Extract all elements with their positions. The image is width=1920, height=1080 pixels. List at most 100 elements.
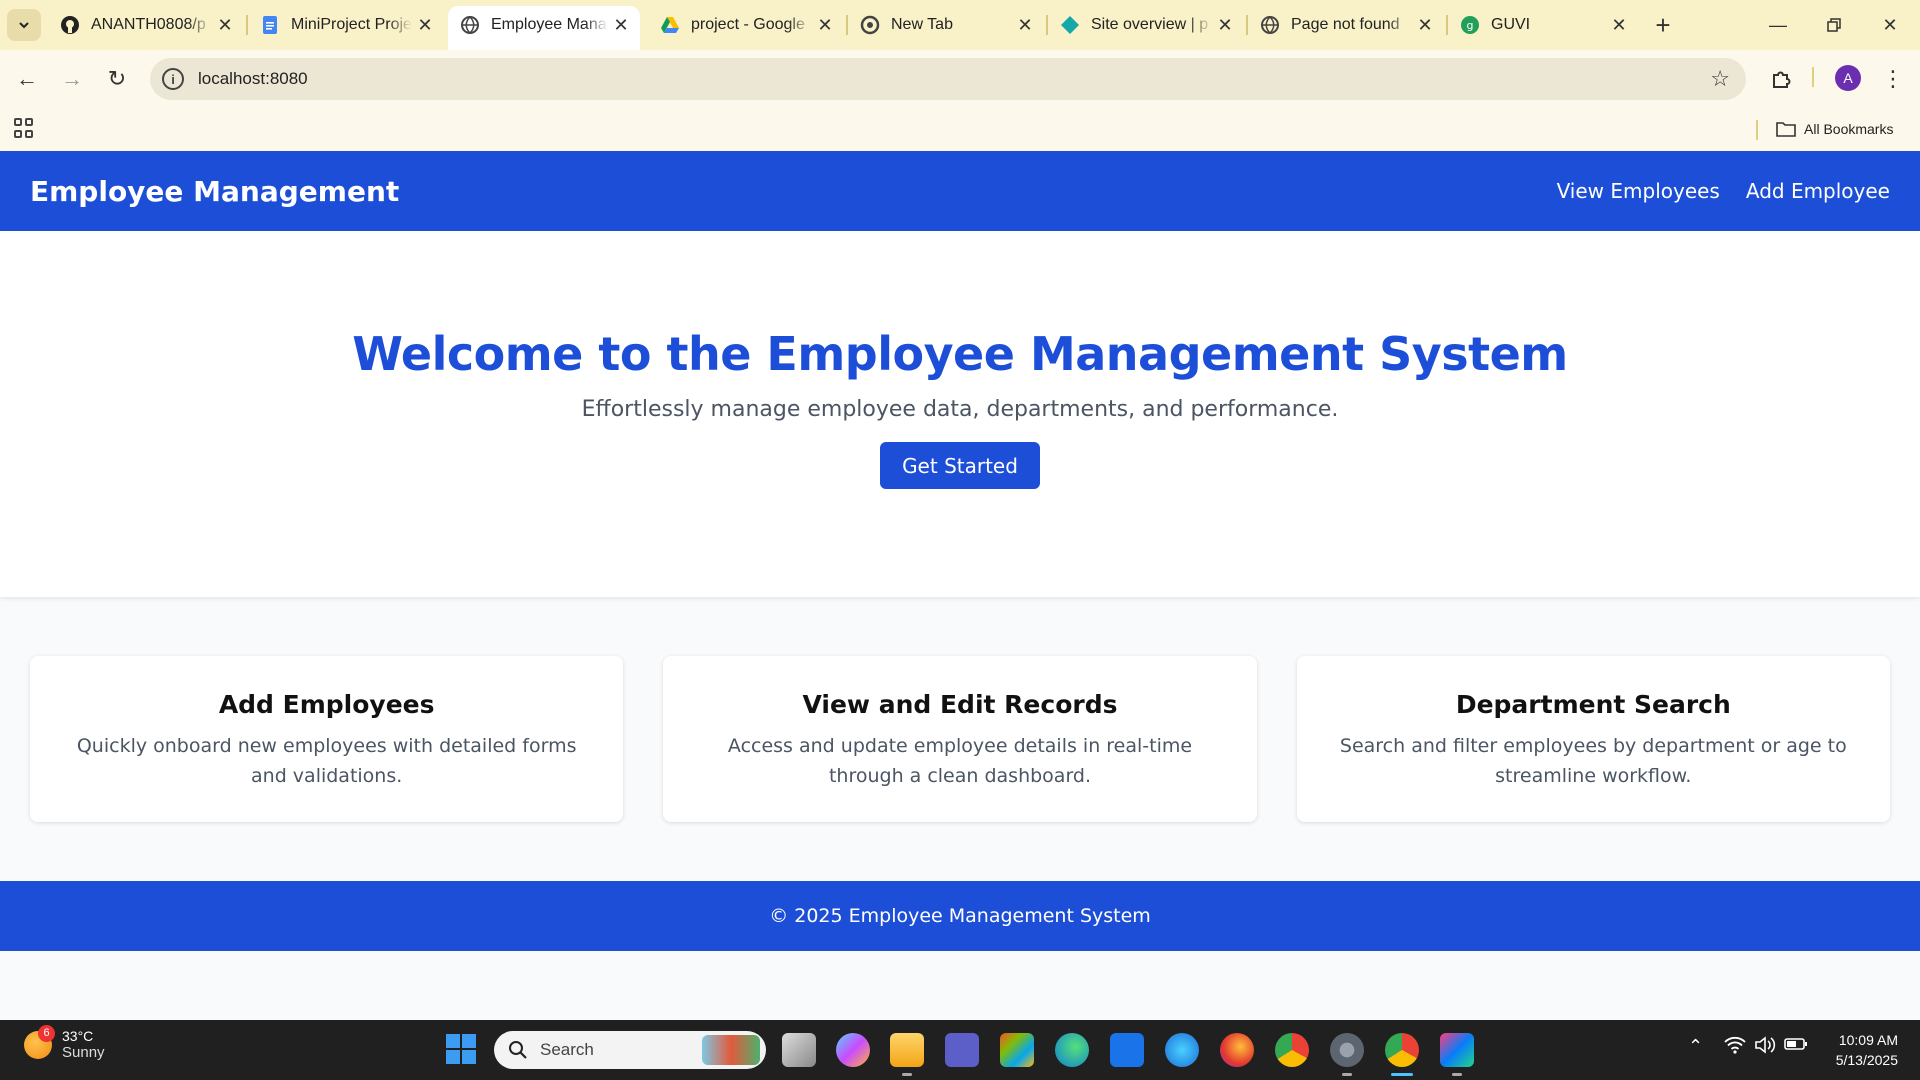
brand-title[interactable]: Employee Management <box>30 175 399 208</box>
all-bookmarks-button[interactable]: All Bookmarks <box>1776 116 1893 142</box>
tab-title: MiniProject Proje <box>291 16 412 33</box>
chrome-profile-icon[interactable] <box>1385 1033 1419 1076</box>
minimize-icon: — <box>1769 14 1787 35</box>
close-icon[interactable]: ✕ <box>1606 12 1632 38</box>
file-explorer-icon[interactable] <box>890 1033 924 1076</box>
nav-view-employees[interactable]: View Employees <box>1557 179 1720 203</box>
task-view-icon[interactable] <box>782 1033 816 1067</box>
tab-page-not-found[interactable]: Page not found ✕ <box>1248 6 1444 44</box>
windows-start-icon[interactable] <box>446 1034 476 1064</box>
puzzle-icon <box>1773 71 1791 88</box>
close-icon[interactable]: ✕ <box>1012 12 1038 38</box>
battery-icon[interactable] <box>1784 1036 1808 1057</box>
clock-date: 5/13/2025 <box>1835 1052 1898 1068</box>
weather-temp: 33°C <box>62 1028 94 1044</box>
copilot-icon[interactable] <box>836 1033 870 1067</box>
get-started-button[interactable]: Get Started <box>880 442 1040 489</box>
back-button[interactable]: ← <box>10 62 44 96</box>
volume-icon[interactable] <box>1754 1036 1776 1059</box>
close-icon[interactable]: ✕ <box>1212 12 1238 38</box>
reload-button[interactable]: ↻ <box>100 62 134 96</box>
feature-description: Access and update employee details in re… <box>727 735 1193 787</box>
edge-icon[interactable] <box>1055 1033 1089 1067</box>
minimize-button[interactable]: — <box>1750 6 1806 44</box>
microsoft-store-icon[interactable] <box>1000 1033 1034 1067</box>
tab-guvi[interactable]: g GUVI ✕ <box>1448 6 1638 44</box>
feature-description: Quickly onboard new employees with detai… <box>76 735 577 787</box>
weather-condition: Sunny <box>62 1044 105 1061</box>
settings-gear-icon[interactable] <box>1330 1033 1364 1076</box>
firefox-icon[interactable] <box>1220 1033 1254 1067</box>
tab-title: New Tab <box>891 16 953 33</box>
show-hidden-icons-chevron-icon[interactable]: ⌃ <box>1688 1036 1703 1057</box>
bookmarks-divider <box>1756 120 1758 140</box>
reload-icon: ↻ <box>107 66 127 91</box>
chrome-icon[interactable] <box>1275 1033 1309 1067</box>
forward-button[interactable]: → <box>55 62 89 96</box>
app-footer: © 2025 Employee Management System <box>0 881 1920 951</box>
apps-grid-icon[interactable] <box>14 118 34 138</box>
nav-add-employee[interactable]: Add Employee <box>1746 179 1890 203</box>
svg-text:g: g <box>1467 19 1474 32</box>
hero-title: Welcome to the Employee Management Syste… <box>352 327 1568 381</box>
page-content: Employee Management View Employees Add E… <box>0 151 1920 1020</box>
profile-avatar[interactable]: A <box>1835 65 1861 91</box>
new-tab-button[interactable]: + <box>1648 10 1678 40</box>
sun-icon: 6 <box>24 1024 55 1059</box>
close-icon[interactable]: ✕ <box>1412 12 1438 38</box>
netlify-icon <box>1060 15 1080 35</box>
wifi-icon[interactable] <box>1724 1036 1746 1059</box>
bookmarks-bar: All Bookmarks <box>0 108 1920 151</box>
restore-button[interactable] <box>1806 6 1862 44</box>
site-info-icon[interactable]: i <box>162 68 184 90</box>
toolbar-separator <box>1812 67 1814 87</box>
close-icon: ✕ <box>1882 14 1898 35</box>
weather-widget[interactable]: 6 33°C Sunny <box>24 1024 105 1061</box>
tab-title: ANANTH0808/p <box>91 16 206 33</box>
system-clock[interactable]: 10:09 AM 5/13/2025 <box>1820 1030 1898 1070</box>
browser-menu-button[interactable]: ⋮ <box>1876 62 1910 96</box>
clock-time: 10:09 AM <box>1838 1032 1898 1048</box>
window-close-button[interactable]: ✕ <box>1862 6 1918 44</box>
search-highlight-icon <box>702 1035 760 1065</box>
browser-toolbar: ← → ↻ i localhost:8080 ☆ A ⋮ <box>0 50 1920 108</box>
help-icon[interactable] <box>1165 1033 1199 1067</box>
folder-icon <box>1776 122 1796 137</box>
address-bar[interactable]: i localhost:8080 ☆ <box>150 58 1746 100</box>
footer-copyright: © 2025 Employee Management System <box>769 905 1151 927</box>
google-drive-icon <box>660 15 680 35</box>
globe-icon <box>1260 15 1280 35</box>
teams-icon[interactable] <box>945 1033 979 1067</box>
tab-site-overview[interactable]: Site overview | p ✕ <box>1048 6 1244 44</box>
tab-employee-management[interactable]: Employee Manag ✕ <box>448 6 640 50</box>
tab-title: Page not found <box>1291 16 1400 33</box>
tab-title: Site overview | p <box>1091 16 1209 33</box>
intellij-icon[interactable] <box>1440 1033 1474 1076</box>
feature-title: View and Edit Records <box>802 690 1118 719</box>
google-docs-icon <box>260 15 280 35</box>
tab-github[interactable]: ANANTH0808/p ✕ <box>48 6 244 44</box>
tab-title: GUVI <box>1491 16 1531 33</box>
url-text[interactable]: localhost:8080 <box>198 69 308 89</box>
all-bookmarks-label: All Bookmarks <box>1804 121 1894 137</box>
kebab-menu-icon: ⋮ <box>1882 66 1904 91</box>
tab-title: Employee Manag <box>491 16 608 33</box>
feature-title: Add Employees <box>218 690 435 719</box>
hero-subtitle: Effortlessly manage employee data, depar… <box>581 397 1339 422</box>
restore-icon <box>1827 18 1841 32</box>
tab-google-drive[interactable]: project - Google ✕ <box>648 6 844 44</box>
tab-google-docs[interactable]: MiniProject Proje ✕ <box>248 6 444 44</box>
taskbar-search[interactable]: Search <box>494 1031 766 1069</box>
tab-new-tab[interactable]: New Tab ✕ <box>848 6 1044 44</box>
myhp-icon[interactable] <box>1110 1033 1144 1067</box>
close-icon[interactable]: ✕ <box>412 12 438 38</box>
arrow-right-icon: → <box>61 66 83 91</box>
close-icon[interactable]: ✕ <box>212 12 238 38</box>
extensions-button[interactable] <box>1764 62 1798 96</box>
app-header: Employee Management View Employees Add E… <box>0 151 1920 231</box>
close-icon[interactable]: ✕ <box>812 12 838 38</box>
chrome-icon <box>860 15 880 35</box>
bookmark-star-icon[interactable]: ☆ <box>1710 66 1730 92</box>
tab-search-button[interactable] <box>7 9 41 41</box>
close-icon[interactable]: ✕ <box>608 12 634 38</box>
